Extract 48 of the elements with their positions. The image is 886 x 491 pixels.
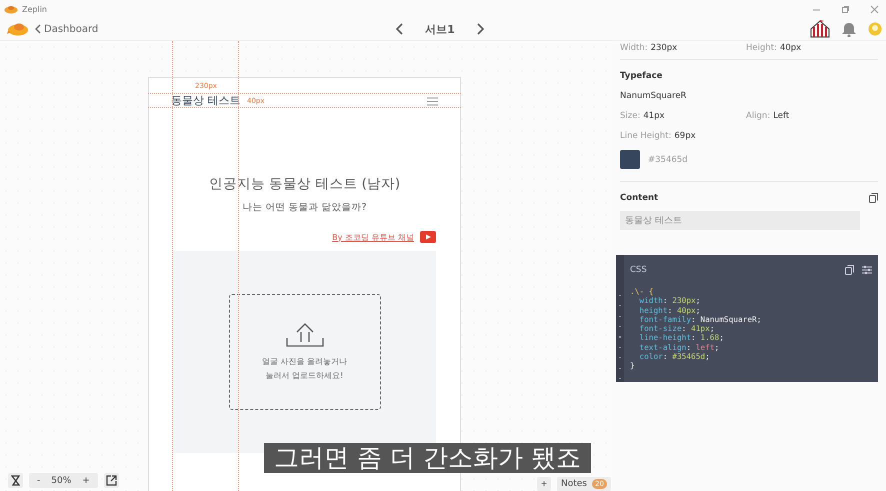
app-logo-icon[interactable] [7, 22, 29, 36]
content-heading: Content [620, 193, 658, 203]
copy-icon[interactable] [845, 265, 854, 275]
css-title: CSS [630, 265, 647, 275]
font-name: NanumSquareR [620, 91, 686, 101]
menu-icon [427, 96, 438, 106]
size-label: Size: [620, 111, 640, 121]
line-height-label: Line Height: [620, 131, 672, 141]
size-value: 41px [643, 111, 665, 121]
height-value: 40px [780, 43, 802, 53]
typeface-heading: Typeface [620, 71, 662, 81]
hourglass-icon[interactable] [8, 473, 23, 488]
settings-sliders-icon[interactable] [862, 265, 872, 275]
align-value: Left [773, 111, 790, 121]
notes-label: Notes [561, 479, 587, 489]
upload-icon [284, 322, 324, 348]
app-logo-icon [4, 4, 18, 14]
chevron-left-icon [35, 24, 41, 34]
restore-icon[interactable] [841, 4, 850, 14]
video-play-icon [420, 231, 436, 243]
align-label: Align: [746, 111, 770, 121]
export-icon[interactable] [104, 473, 119, 488]
color-hex: #35465d [648, 154, 688, 164]
copy-icon[interactable] [869, 193, 878, 203]
next-screen-icon[interactable] [475, 23, 485, 35]
color-swatch[interactable] [620, 150, 640, 169]
height-label: Height: [746, 43, 777, 53]
header-title: 동물상 테스트 [171, 94, 240, 108]
window-title: Zeplin [22, 4, 47, 14]
line-height-value: 69px [674, 131, 696, 141]
tent-icon[interactable] [810, 20, 830, 38]
upload-dropzone[interactable]: 얼굴 사진을 올려놓거나 눌러서 업로드하세요! [228, 294, 380, 410]
previous-screen-icon[interactable] [395, 23, 405, 35]
channel-link[interactable]: By 조코딩 유튜브 채널 [332, 232, 414, 242]
zoom-out-button[interactable]: - [32, 476, 46, 486]
close-icon[interactable] [870, 4, 879, 14]
zoom-level: 50% [50, 476, 72, 486]
page-subtitle: 나는 어떤 동물과 닮았을까? [241, 201, 368, 214]
video-subtitle: 그러면 좀 더 간소화가 됐죠 [264, 443, 591, 473]
bell-icon[interactable] [842, 22, 856, 36]
dashboard-link[interactable]: Dashboard [35, 24, 98, 34]
page-title: 인공지능 동물상 테스트 (남자) [208, 175, 402, 193]
zoom-in-button[interactable]: + [77, 476, 95, 486]
width-value: 230px [650, 43, 678, 53]
upload-instructions: 얼굴 사진을 올려놓거나 눌러서 업로드하세요! [262, 356, 348, 382]
width-label: Width: [620, 43, 648, 53]
screen-name: 서브1 [424, 22, 456, 36]
add-note-button[interactable]: + [537, 477, 551, 491]
